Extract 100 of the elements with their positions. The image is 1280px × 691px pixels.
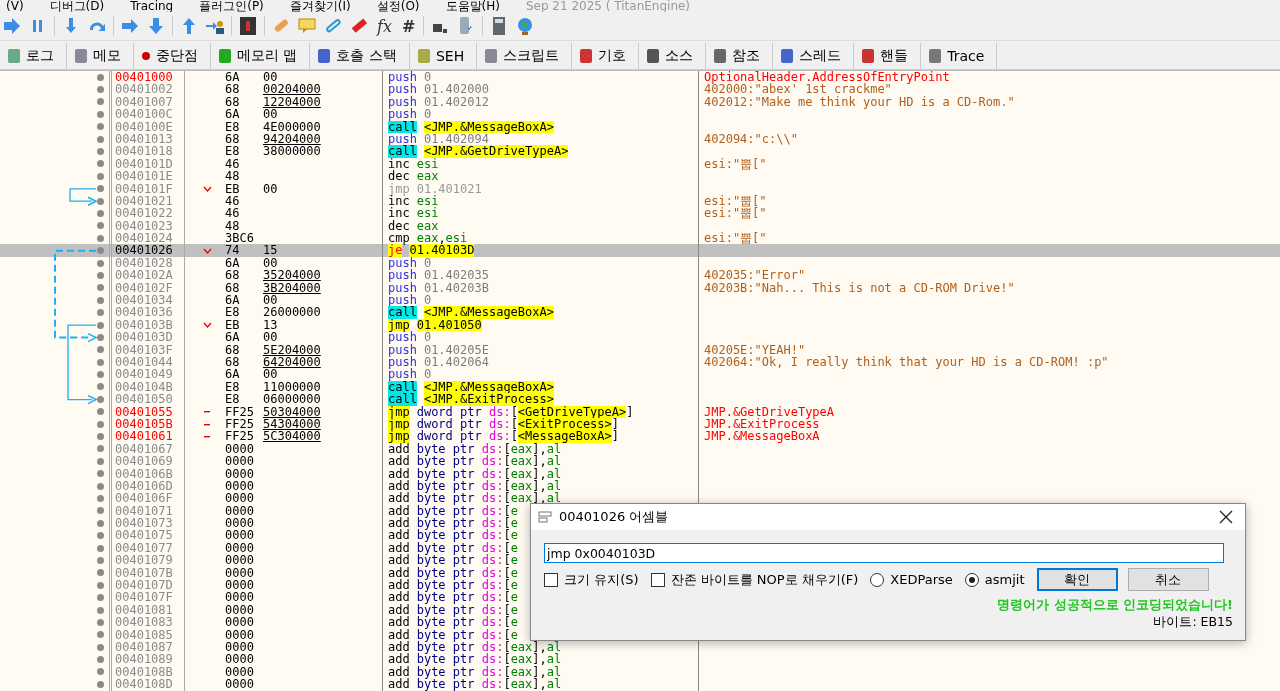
tab[interactable]: 스레드 [773, 43, 855, 69]
breakpoint-dot[interactable] [97, 643, 104, 651]
breakpoint-dot[interactable] [97, 408, 104, 416]
close-icon[interactable] [1219, 510, 1233, 524]
breakpoint-dot[interactable] [97, 569, 104, 577]
breakpoint-dot[interactable] [97, 333, 104, 341]
tab[interactable]: SEH [409, 43, 478, 69]
operand: ], [532, 455, 547, 468]
breakpoint-dot[interactable] [97, 544, 104, 552]
breakpoint-dot[interactable] [97, 433, 104, 441]
address-cell: 0040101D [112, 157, 185, 171]
tab[interactable]: 중단점 [134, 43, 211, 69]
breakpoint-dot[interactable] [97, 457, 104, 465]
radio-button[interactable]: asmjit [964, 572, 1025, 587]
breakpoint-dot[interactable] [97, 445, 104, 453]
breakpoint-dot[interactable] [97, 395, 104, 403]
breakpoint-dot[interactable] [97, 110, 104, 118]
menu-item[interactable]: 즐겨찾기(I) [289, 0, 351, 12]
breakpoint-dot[interactable] [97, 519, 104, 527]
breakpoint-dot[interactable] [97, 383, 104, 391]
breakpoint-dot[interactable] [97, 346, 104, 354]
tab-icon [485, 49, 498, 63]
breakpoint-dot[interactable] [97, 358, 104, 366]
breakpoint-dot[interactable] [97, 470, 104, 478]
app-icon [537, 509, 553, 525]
tab[interactable]: 기호 [572, 43, 640, 69]
checkbox[interactable]: 잔존 바이트를 NOP로 채우기(F) [650, 570, 859, 589]
breakpoint-dot[interactable] [97, 271, 104, 279]
breakpoint-dot[interactable] [97, 495, 104, 502]
breakpoint-dot[interactable] [97, 680, 104, 688]
breakpoint-dot[interactable] [97, 482, 104, 490]
address-cell: 00401067 [112, 442, 185, 456]
breakpoint-dot[interactable] [97, 631, 104, 639]
breakpoint-dot[interactable] [97, 321, 104, 329]
breakpoint-dot[interactable] [97, 259, 104, 267]
breakpoint-dot[interactable] [97, 86, 104, 94]
play-icon[interactable] [2, 16, 22, 36]
breakpoint-dot[interactable] [97, 656, 104, 664]
breakpoint-dot[interactable] [97, 185, 104, 193]
breakpoint-dot[interactable] [97, 197, 104, 205]
address-cell: 00401073 [112, 517, 185, 530]
operand: 0 [423, 71, 432, 84]
opcode: FF25 [225, 405, 255, 418]
tab[interactable]: 참조 [706, 43, 774, 69]
dialog-button[interactable]: 확인 [1036, 568, 1118, 591]
breakpoint-dot[interactable] [97, 284, 104, 292]
operand: [ [510, 417, 518, 431]
dialog-button[interactable]: 취소 [1127, 568, 1209, 591]
breakpoint-dot[interactable] [97, 309, 104, 317]
menu-item[interactable]: 디버그(D) [49, 0, 105, 12]
arrow-icon[interactable] [146, 16, 166, 36]
breakpoint-dot[interactable] [97, 581, 104, 589]
tab[interactable]: 스크립트 [477, 43, 573, 69]
breakpoint-dot[interactable] [97, 247, 104, 255]
tab[interactable]: 소스 [639, 43, 707, 69]
menu-item[interactable]: (V) [6, 0, 24, 12]
breakpoint-dot[interactable] [97, 234, 104, 242]
breakpoint-dot[interactable] [97, 668, 104, 676]
toolbar-button[interactable]: fx [375, 16, 394, 36]
checkbox[interactable]: 크기 유지(S) [544, 570, 639, 589]
tag-icon[interactable] [349, 16, 369, 36]
tab[interactable]: Trace [921, 43, 998, 69]
breakpoint-dot[interactable] [97, 556, 104, 564]
breakpoint-dot[interactable] [97, 594, 104, 602]
breakpoint-dot[interactable] [97, 420, 104, 428]
breakpoint-dot[interactable] [97, 98, 104, 106]
breakpoint-dot[interactable] [97, 73, 104, 81]
breakpoint-dot[interactable] [97, 507, 104, 515]
menu-item[interactable]: 설정(O) [376, 0, 420, 12]
input-field[interactable]: jmp 0x0040103D [544, 543, 1224, 563]
breakpoint-dot[interactable] [97, 618, 104, 626]
menu-item[interactable]: 플러그인(P) [199, 0, 264, 12]
operand: ds: [481, 504, 504, 518]
tab[interactable]: 메모 [67, 43, 134, 69]
arrow-icon[interactable] [120, 16, 140, 36]
breakpoint-dot[interactable] [97, 160, 104, 168]
radio-button[interactable]: XEDParse [870, 572, 953, 587]
menu-item[interactable]: 도움말(H) [445, 0, 500, 12]
address-cell: 0040108D [112, 678, 185, 691]
breakpoint-dot[interactable] [97, 371, 104, 379]
menu-item[interactable]: Tracing [130, 0, 174, 12]
note-icon[interactable] [297, 16, 317, 36]
toolbar-button[interactable]: # [399, 16, 418, 36]
breakpoint-dot[interactable] [97, 210, 104, 217]
tab[interactable]: 핸들 [854, 43, 922, 69]
breakpoint-dot[interactable] [97, 148, 104, 156]
tab[interactable]: 로그 [0, 43, 67, 69]
operand: eax [510, 492, 533, 505]
breakpoint-dot[interactable] [97, 222, 104, 230]
breakpoint-dot[interactable] [97, 135, 104, 143]
breakpoint-dot[interactable] [97, 532, 104, 540]
operand: eax [416, 170, 439, 183]
breakpoint-dot[interactable] [97, 296, 104, 304]
tab[interactable]: 호출 스택 [310, 43, 410, 69]
breakpoint-dot[interactable] [97, 606, 104, 614]
operand: e [510, 504, 518, 518]
breakpoint-dot[interactable] [97, 172, 104, 180]
mnemonic: add [388, 653, 410, 666]
breakpoint-dot[interactable] [97, 123, 104, 131]
tab[interactable]: 메모리 맵 [211, 43, 311, 69]
